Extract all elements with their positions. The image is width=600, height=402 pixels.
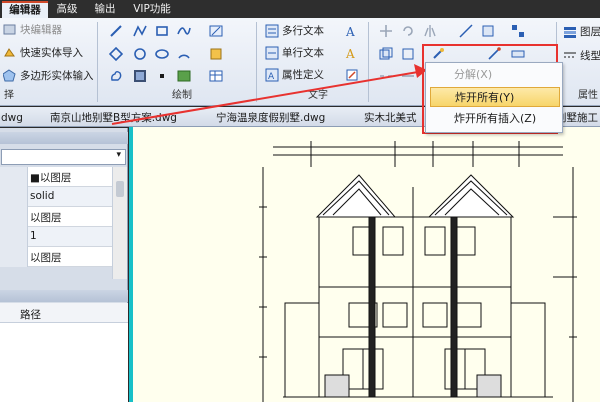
menu-item-explode-all[interactable]: 炸开所有(Y) [430,87,560,107]
annotation-arrow [111,64,427,125]
explode-dropdown-menu: 分解(X) 炸开所有(Y) 炸开所有插入(Z) [425,62,563,133]
menu-item-explode-all-inserts[interactable]: 炸开所有插入(Z) [430,109,560,129]
menu-item-explode[interactable]: 分解(X) [430,65,560,85]
